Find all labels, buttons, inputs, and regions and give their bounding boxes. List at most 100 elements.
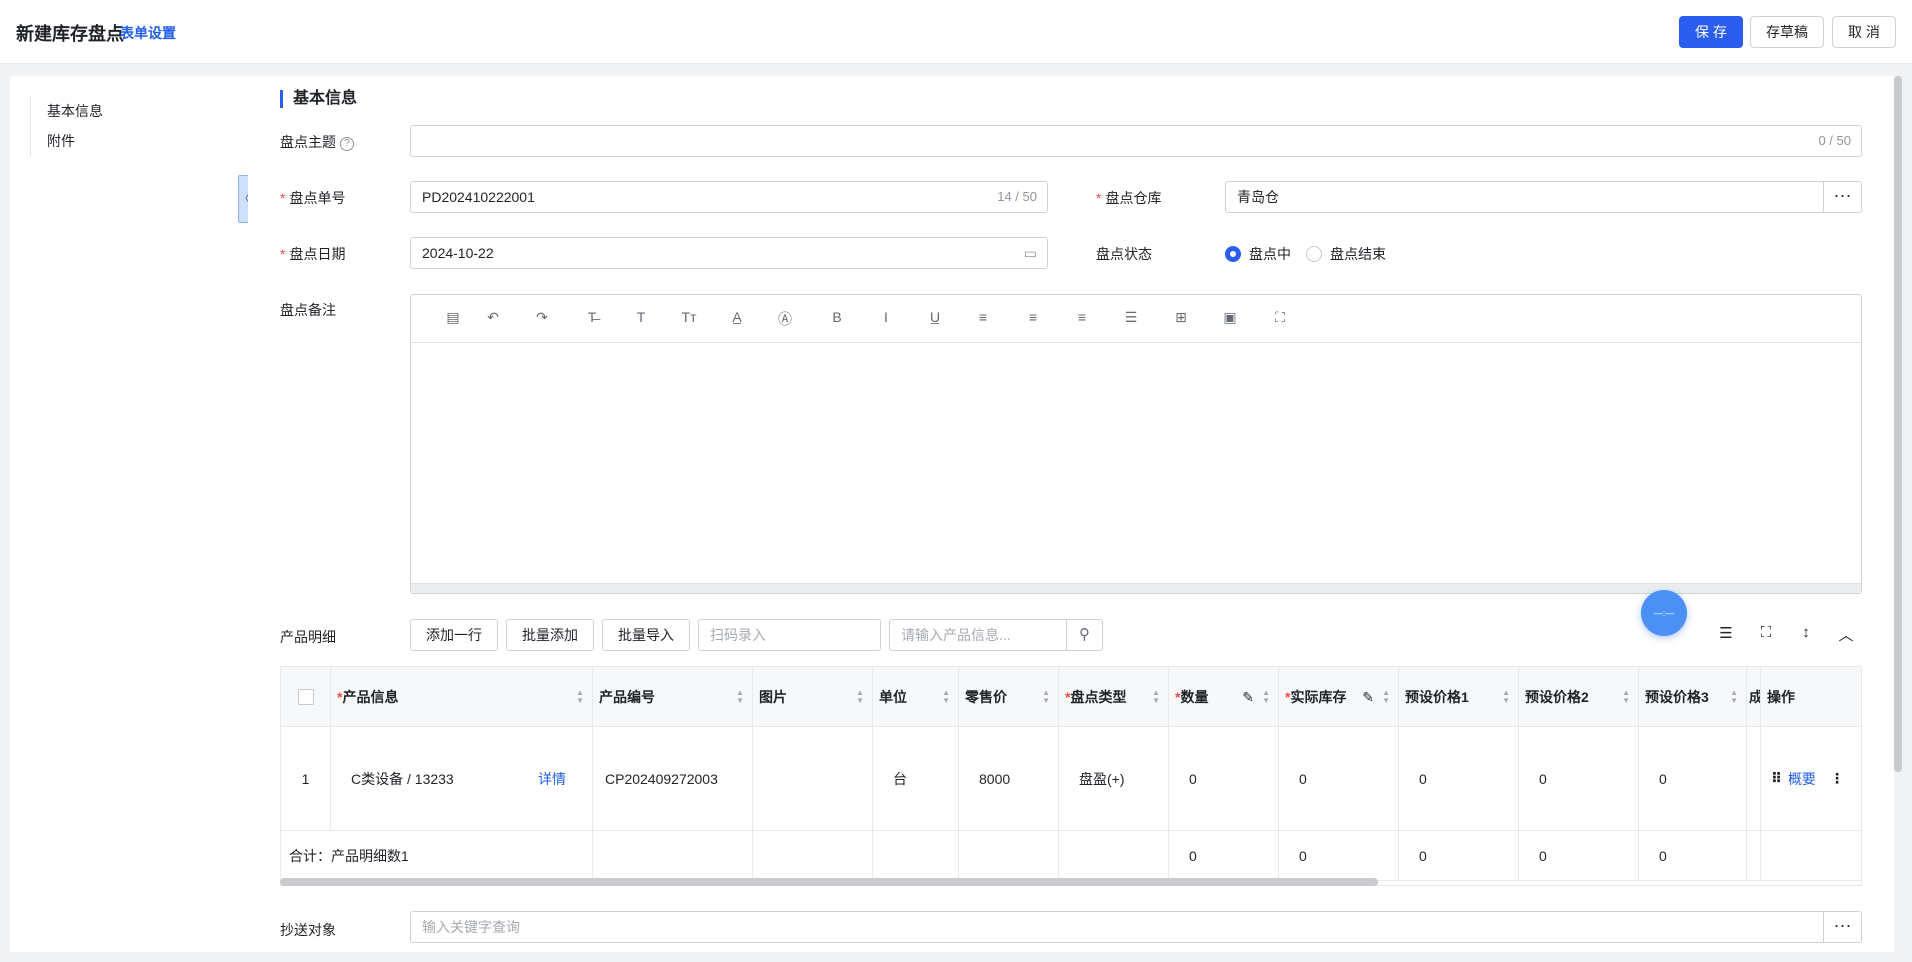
edit-icon[interactable]: ✎	[1242, 667, 1254, 726]
more-icon[interactable]: ···	[1823, 182, 1861, 212]
page-header: 新建库存盘点 表单设置 保 存 存草稿 取 消	[0, 0, 1912, 64]
table-row-retail-price[interactable]: 8000	[959, 727, 1059, 831]
header-product-info[interactable]: *产品信息 ▲ ▼	[331, 667, 593, 727]
header-preset-price-2[interactable]: 预设价格2 ▲ ▼	[1519, 667, 1639, 727]
table-horizontal-scrollbar[interactable]	[280, 878, 1378, 886]
font-size-icon[interactable]: Tт	[679, 309, 699, 325]
header-retail-price[interactable]: 零售价 ▲ ▼	[959, 667, 1059, 727]
save-button[interactable]: 保 存	[1679, 16, 1743, 48]
save-draft-button[interactable]: 存草稿	[1750, 16, 1824, 48]
vertical-expand-icon[interactable]: ↕	[1796, 624, 1816, 641]
table-row-preset-price-3[interactable]: 0	[1639, 727, 1747, 831]
batch-import-button[interactable]: 批量导入	[602, 619, 690, 651]
justify-icon[interactable]: ☰	[1121, 309, 1141, 326]
rich-text-editor[interactable]: ▤ ↶ ↷ T̶ T Tт A̲ Ⓐ B I U̲ ≡ ≡ ≡ ☰ ⊞ ▣ ⛶	[410, 294, 1862, 594]
more-icon[interactable]: ···	[1823, 912, 1861, 942]
sort-icon: ▲ ▼	[856, 688, 864, 705]
sort-icon: ▲ ▼	[942, 688, 950, 705]
layout-icon[interactable]: ▤	[443, 309, 463, 326]
header-preset-price-3[interactable]: 预设价格3 ▲ ▼	[1639, 667, 1747, 727]
status-label: 盘点状态	[1096, 246, 1152, 262]
select-all-header	[281, 667, 331, 727]
align-center-icon[interactable]: ≡	[1023, 309, 1043, 325]
header-unit[interactable]: 单位 ▲ ▼	[873, 667, 959, 727]
table-row-truncated	[1747, 727, 1761, 831]
fullscreen-icon[interactable]: ⛶	[1270, 309, 1290, 326]
header-actual-stock[interactable]: *实际库存 ✎ ▲ ▼	[1279, 667, 1399, 727]
floating-assistant-button[interactable]: —:—	[1641, 590, 1687, 636]
table-row-quantity[interactable]: 0	[1169, 727, 1279, 831]
warehouse-select[interactable]: 青岛仓 ···	[1225, 181, 1862, 213]
sort-icon: ▲ ▼	[1152, 688, 1160, 705]
summary-empty	[873, 831, 959, 881]
batch-add-button[interactable]: 批量添加	[506, 619, 594, 651]
add-row-button[interactable]: 添加一行	[410, 619, 498, 651]
date-label: * 盘点日期	[280, 246, 346, 262]
bold-icon[interactable]: B	[827, 309, 847, 325]
summary-preset-price-3: 0	[1639, 831, 1747, 881]
strikethrough-icon[interactable]: T̶	[582, 309, 602, 325]
product-table: *产品信息 ▲ ▼ 产品编号 ▲ ▼ 图片 ▲ ▼ 单位 ▲ ▼ 零售价 ▲ ▼ *盘点类型 ▲ ▼ *…	[280, 666, 1862, 886]
vertical-scrollbar[interactable]	[1894, 76, 1902, 772]
detail-link[interactable]: 详情	[538, 769, 566, 789]
align-left-icon[interactable]: ≡	[973, 309, 993, 325]
product-search-input[interactable]: 请输入产品信息... ⚲	[889, 619, 1103, 651]
more-vertical-icon[interactable]: ⋮	[1830, 770, 1844, 787]
date-picker[interactable]: 2024-10-22 ▭	[410, 237, 1048, 269]
anchor-sidebar: 基本信息 附件	[10, 76, 248, 952]
font-color-icon[interactable]: A̲	[727, 309, 747, 325]
align-right-icon[interactable]: ≡	[1072, 309, 1092, 325]
table-row-actual-stock[interactable]: 0	[1279, 727, 1399, 831]
form-setting-link[interactable]: 表单设置	[120, 23, 176, 43]
text-icon[interactable]: T	[631, 309, 651, 325]
sidebar-item-basic-info[interactable]: 基本信息	[47, 96, 103, 126]
header-count-type[interactable]: *盘点类型 ▲ ▼	[1059, 667, 1169, 727]
order-no-input[interactable]: PD202410222001 14 / 50	[410, 181, 1048, 213]
undo-icon[interactable]: ↶	[483, 309, 503, 326]
collapse-up-icon[interactable]: ︿	[1836, 624, 1856, 645]
table-row-count-type[interactable]: 盘盈(+)	[1059, 727, 1169, 831]
table-icon[interactable]: ⊞	[1171, 309, 1191, 326]
table-row-unit: 台	[873, 727, 959, 831]
table-row-preset-price-1[interactable]: 0	[1399, 727, 1519, 831]
edit-icon[interactable]: ✎	[1362, 667, 1374, 726]
table-row-product-info: C类设备 / 13233 详情	[331, 727, 593, 831]
underline-icon[interactable]: U̲	[925, 309, 945, 325]
warehouse-label: * 盘点仓库	[1096, 190, 1162, 206]
subject-label: 盘点主题?	[280, 132, 354, 152]
status-radio-counting[interactable]: 盘点中	[1225, 244, 1291, 264]
cc-label: 抄送对象	[280, 922, 336, 938]
scan-input[interactable]: 扫码录入	[698, 619, 881, 651]
sort-icon: ▲ ▼	[1730, 688, 1738, 705]
radio-checked-icon	[1225, 246, 1241, 262]
sort-icon: ▲ ▼	[1622, 688, 1630, 705]
italic-icon[interactable]: I	[876, 309, 896, 325]
select-all-checkbox[interactable]	[297, 689, 314, 705]
status-radio-finished[interactable]: 盘点结束	[1306, 244, 1386, 264]
sort-icon: ▲ ▼	[1262, 688, 1270, 705]
search-icon[interactable]: ⚲	[1066, 620, 1102, 650]
table-row-preset-price-2[interactable]: 0	[1519, 727, 1639, 831]
page-title: 新建库存盘点	[16, 24, 124, 44]
header-preset-price-1[interactable]: 预设价格1 ▲ ▼	[1399, 667, 1519, 727]
section-title: 基本信息	[280, 90, 357, 108]
image-icon[interactable]: ▣	[1220, 309, 1240, 326]
cancel-button[interactable]: 取 消	[1832, 16, 1896, 48]
drag-handle-icon[interactable]: ⠿	[1771, 770, 1782, 787]
redo-icon[interactable]: ↷	[532, 309, 552, 326]
summary-preset-price-1: 0	[1399, 831, 1519, 881]
calendar-icon[interactable]: ▭	[1024, 238, 1037, 268]
subject-input[interactable]: 0 / 50	[410, 125, 1862, 157]
header-image[interactable]: 图片 ▲ ▼	[753, 667, 873, 727]
overview-link[interactable]: 概要	[1788, 769, 1816, 789]
header-quantity[interactable]: *数量 ✎ ▲ ▼	[1169, 667, 1279, 727]
fullscreen-icon[interactable]: ⛶	[1756, 624, 1776, 641]
cc-input[interactable]: 输入关键字查询 ···	[410, 911, 1862, 943]
help-icon[interactable]: ?	[340, 137, 354, 151]
bg-color-icon[interactable]: Ⓐ	[775, 309, 795, 329]
header-product-code[interactable]: 产品编号 ▲ ▼	[593, 667, 753, 727]
editor-resize-bar[interactable]	[411, 583, 1861, 593]
sidebar-item-attachment[interactable]: 附件	[47, 126, 103, 156]
row-height-icon[interactable]: ☰	[1716, 624, 1736, 642]
sort-icon: ▲ ▼	[576, 688, 584, 705]
